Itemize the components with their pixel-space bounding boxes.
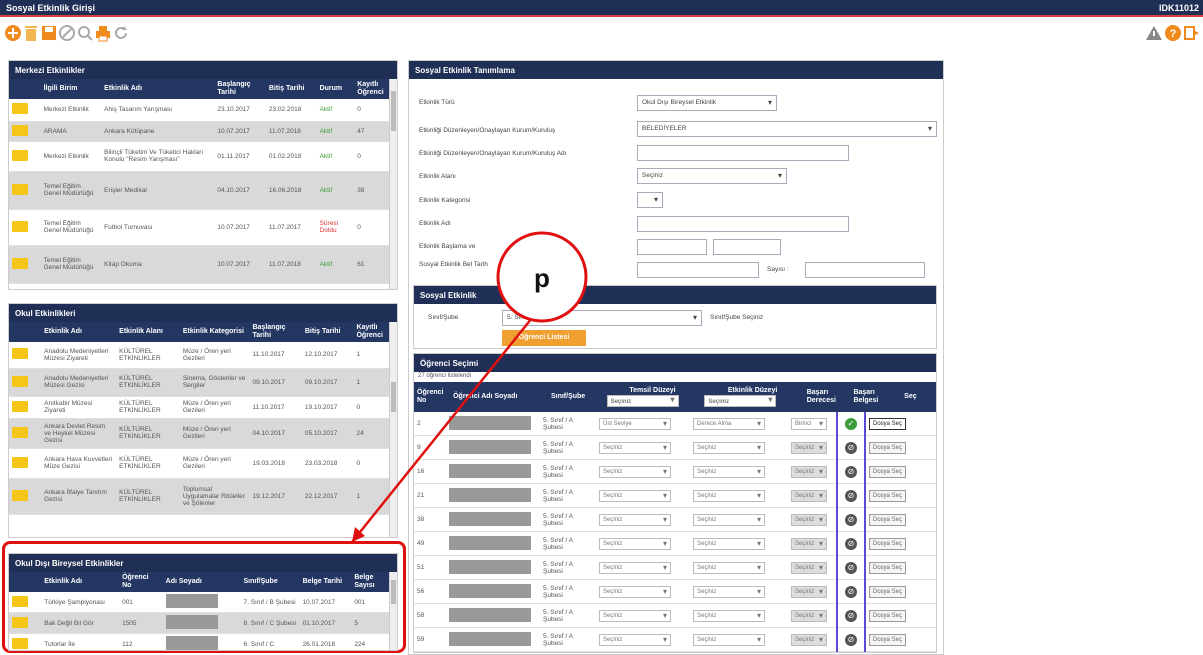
annotation-label: p [534,263,550,293]
annotation-arrow-line [351,307,541,543]
annotation-overlay: p [351,231,588,543]
app-window: Sosyal Etkinlik Girişi IDK11012 ? Merkez… [0,0,1203,655]
